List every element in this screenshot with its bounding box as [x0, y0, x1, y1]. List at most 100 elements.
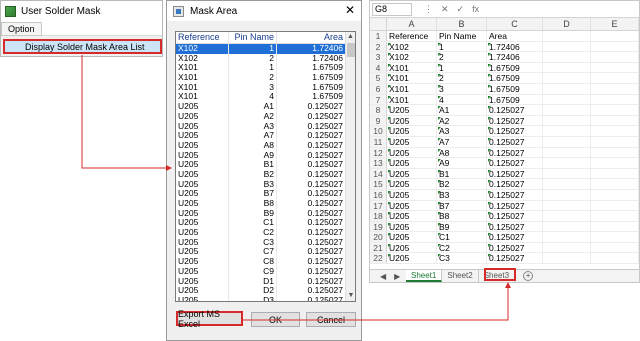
- sheet-cell[interactable]: [591, 221, 639, 232]
- sheet-cell[interactable]: 1.67509: [487, 83, 543, 94]
- sheet-cell[interactable]: A2: [437, 115, 487, 126]
- row-header[interactable]: 5: [370, 73, 387, 83]
- export-ms-excel-button[interactable]: Export MS Excel: [176, 309, 243, 329]
- display-solder-mask-area-list-item[interactable]: Display Solder Mask Area List: [3, 39, 162, 54]
- sheet-cell[interactable]: 0.125027: [487, 211, 543, 221]
- sheet-cell[interactable]: [591, 147, 639, 158]
- row-header[interactable]: 8: [370, 105, 387, 115]
- sheet-cell[interactable]: [543, 41, 591, 52]
- next-sheet-icon[interactable]: ▶: [394, 272, 400, 281]
- vertical-scrollbar[interactable]: ▲ ▼: [345, 32, 355, 301]
- sheet-cell[interactable]: U205: [387, 136, 437, 147]
- sheet-cell[interactable]: [543, 242, 591, 253]
- column-header-a[interactable]: A: [387, 18, 437, 30]
- sheet-cell[interactable]: A7: [437, 136, 487, 147]
- sheet-cell[interactable]: 0.125027: [487, 253, 543, 264]
- sheet-cell[interactable]: [591, 211, 639, 221]
- sheet-cell[interactable]: B8: [437, 211, 487, 221]
- column-header-pin-name[interactable]: Pin Name: [228, 32, 276, 43]
- mask-area-list[interactable]: Reference Pin Name Area X102 1 1.72406 X102…: [175, 31, 356, 302]
- sheet-cell[interactable]: 2: [437, 73, 487, 83]
- sheet-cell[interactable]: 1.67509: [487, 73, 543, 83]
- select-all-corner[interactable]: [370, 18, 387, 30]
- sheet-cell[interactable]: [543, 211, 591, 221]
- sheet-cell[interactable]: 1.67509: [487, 94, 543, 105]
- sheet-cell[interactable]: [591, 105, 639, 115]
- sheet-cell[interactable]: Area: [487, 31, 543, 41]
- sheet-cell[interactable]: [543, 221, 591, 232]
- column-header-e[interactable]: E: [591, 18, 639, 30]
- ok-button[interactable]: OK: [251, 312, 300, 327]
- sheet-cell[interactable]: 4: [437, 94, 487, 105]
- sheet-cell[interactable]: [591, 52, 639, 62]
- row-header[interactable]: 21: [370, 242, 387, 253]
- close-icon[interactable]: ✕: [345, 3, 355, 17]
- sheet-cell[interactable]: [591, 189, 639, 200]
- sheet-cell[interactable]: 0.125027: [487, 179, 543, 189]
- sheet-cell[interactable]: B3: [437, 189, 487, 200]
- row-header[interactable]: 17: [370, 200, 387, 211]
- sheet-cell[interactable]: [591, 83, 639, 94]
- sheet-cell[interactable]: U205: [387, 168, 437, 179]
- sheet-cell[interactable]: U205: [387, 147, 437, 158]
- sheet-cell[interactable]: [543, 136, 591, 147]
- sheet-cell[interactable]: [543, 126, 591, 136]
- row-header[interactable]: 6: [370, 83, 387, 94]
- sheet-cell[interactable]: X101: [387, 94, 437, 105]
- fx-icon[interactable]: fx: [472, 4, 479, 15]
- sheet-cell[interactable]: [591, 31, 639, 41]
- sheet-cell[interactable]: [591, 232, 639, 242]
- sheet-cell[interactable]: 0.125027: [487, 147, 543, 158]
- sheet-cell[interactable]: [543, 189, 591, 200]
- row-header[interactable]: 22: [370, 253, 387, 263]
- sheet-cell[interactable]: 0.125027: [487, 221, 543, 232]
- sheet-cell[interactable]: [591, 200, 639, 211]
- sheet-cell[interactable]: 0.125027: [487, 158, 543, 168]
- sheet-cell[interactable]: [591, 41, 639, 52]
- sheet-cell[interactable]: X102: [387, 41, 437, 52]
- row-header[interactable]: 3: [370, 52, 387, 62]
- sheet-cell[interactable]: [591, 94, 639, 105]
- sheet-cell[interactable]: [543, 62, 591, 73]
- sheet-cell[interactable]: [543, 158, 591, 168]
- sheet-cell[interactable]: U205: [387, 115, 437, 126]
- row-header[interactable]: 4: [370, 62, 387, 73]
- sheet-cell[interactable]: C3: [437, 253, 487, 264]
- scroll-down-icon[interactable]: ▼: [346, 291, 355, 301]
- sheet-cell[interactable]: 0.125027: [487, 242, 543, 253]
- sheet-cell[interactable]: U205: [387, 221, 437, 232]
- sheet-cell[interactable]: [543, 73, 591, 83]
- sheet-cell[interactable]: B1: [437, 168, 487, 179]
- sheet-cell[interactable]: U205: [387, 179, 437, 189]
- prev-sheet-icon[interactable]: ◀: [380, 272, 386, 281]
- row-header[interactable]: 15: [370, 179, 387, 189]
- sheet-cell[interactable]: X102: [387, 52, 437, 62]
- scroll-thumb[interactable]: [347, 43, 355, 57]
- column-header-reference[interactable]: Reference: [176, 32, 228, 43]
- sheet-cell[interactable]: U205: [387, 242, 437, 253]
- sheet-cell[interactable]: U205: [387, 200, 437, 211]
- sheet-cell[interactable]: [543, 83, 591, 94]
- sheet-cell[interactable]: X101: [387, 83, 437, 94]
- row-header[interactable]: 10: [370, 126, 387, 136]
- sheet-cell[interactable]: 1.72406: [487, 41, 543, 52]
- sheet-cell[interactable]: 0.125027: [487, 168, 543, 179]
- sheet-cell[interactable]: [543, 105, 591, 115]
- sheet-cell[interactable]: U205: [387, 211, 437, 221]
- sheet-cell[interactable]: [543, 115, 591, 126]
- sheet-tab-sheet2[interactable]: Sheet2: [442, 270, 479, 282]
- scroll-up-icon[interactable]: ▲: [346, 32, 355, 42]
- sheet-cell[interactable]: [543, 232, 591, 242]
- row-header[interactable]: 2: [370, 41, 387, 52]
- sheet-cell[interactable]: A3: [437, 126, 487, 136]
- sheet-cell[interactable]: 0.125027: [487, 115, 543, 126]
- row-header[interactable]: 1: [370, 31, 387, 41]
- row-header[interactable]: 19: [370, 221, 387, 232]
- row-header[interactable]: 13: [370, 158, 387, 168]
- sheet-cell[interactable]: U205: [387, 158, 437, 168]
- add-sheet-icon[interactable]: +: [523, 271, 534, 281]
- sheet-cell[interactable]: [591, 168, 639, 179]
- cancel-button[interactable]: Cancel: [306, 312, 356, 327]
- sheet-cell[interactable]: [591, 179, 639, 189]
- sheet-cell[interactable]: 1: [437, 41, 487, 52]
